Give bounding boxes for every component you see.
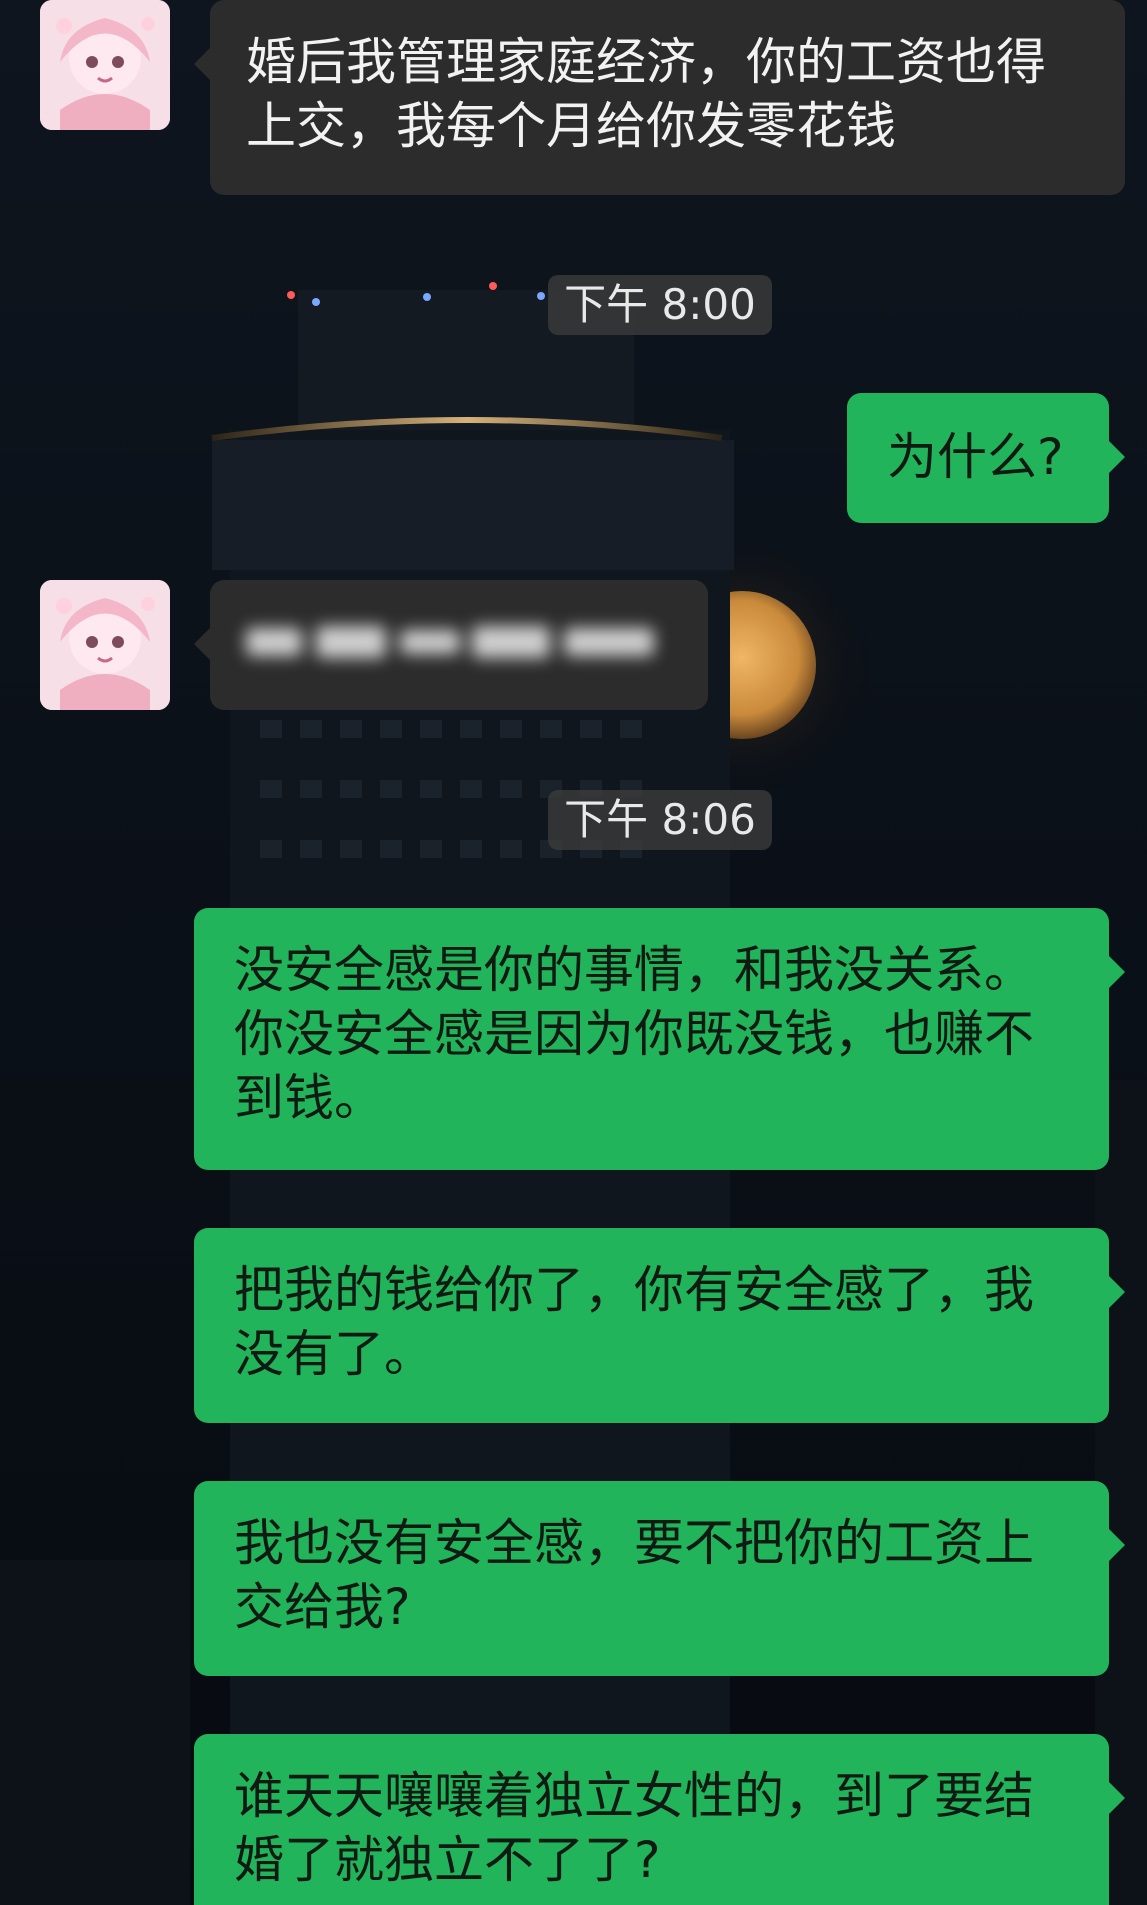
outgoing-message-bubble[interactable]: 我也没有安全感，要不把你的工资上交给我? — [194, 1481, 1125, 1676]
outgoing-message-bubble[interactable]: 把我的钱给你了，你有安全感了，我没有了。 — [194, 1228, 1125, 1423]
anime-girl-avatar-icon — [40, 580, 170, 710]
blurred-message-text — [246, 626, 654, 658]
timestamp: 下午 8:06 — [548, 790, 772, 850]
incoming-message-bubble-blurred[interactable] — [194, 580, 708, 710]
message-text: 我也没有安全感，要不把你的工资上交给我? — [234, 1514, 1034, 1636]
outgoing-message-bubble[interactable]: 谁天天嚷嚷着独立女性的，到了要结婚了就独立不了了? — [194, 1734, 1125, 1905]
contact-avatar[interactable] — [40, 580, 170, 710]
message-text: 没安全感是你的事情，和我没关系。你没安全感是因为你既没钱，也赚不到钱。 — [234, 941, 1034, 1127]
outgoing-message-bubble[interactable]: 为什么? — [847, 393, 1125, 523]
message-text: 为什么? — [887, 428, 1064, 486]
timestamp: 下午 8:00 — [548, 275, 772, 335]
anime-girl-avatar-icon — [40, 0, 170, 130]
outgoing-message-bubble[interactable]: 没安全感是你的事情，和我没关系。你没安全感是因为你既没钱，也赚不到钱。 — [194, 908, 1125, 1170]
contact-avatar[interactable] — [40, 0, 170, 130]
chat-thread[interactable]: 婚后我管理家庭经济，你的工资也得上交，我每个月给你发零花钱 下午 8:00 为什… — [0, 0, 1147, 1905]
incoming-message-bubble[interactable]: 婚后我管理家庭经济，你的工资也得上交，我每个月给你发零花钱 — [194, 0, 1125, 195]
message-text: 把我的钱给你了，你有安全感了，我没有了。 — [234, 1261, 1034, 1383]
message-text: 婚后我管理家庭经济，你的工资也得上交，我每个月给你发零花钱 — [246, 33, 1046, 155]
message-text: 谁天天嚷嚷着独立女性的，到了要结婚了就独立不了了? — [234, 1767, 1034, 1889]
